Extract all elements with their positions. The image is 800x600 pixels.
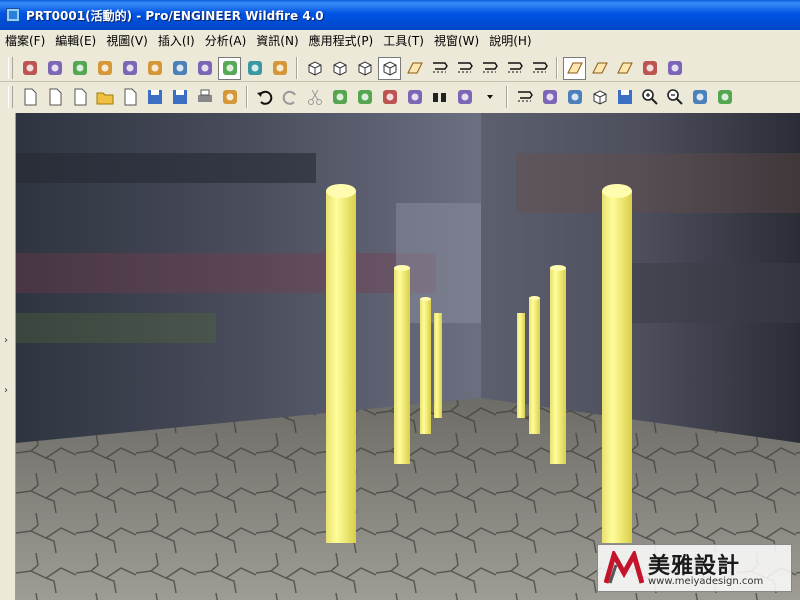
copy-icon[interactable] <box>328 86 351 109</box>
view-shade-icon[interactable] <box>328 57 351 80</box>
send-mail-icon[interactable] <box>218 86 241 109</box>
pillar-right-3 <box>529 296 540 434</box>
teapot-region-icon[interactable] <box>193 57 216 80</box>
graphics-window[interactable] <box>16 113 800 600</box>
save-copy-icon[interactable] <box>168 86 191 109</box>
print-icon[interactable] <box>193 86 216 109</box>
navigator-panel[interactable]: › › <box>0 113 16 600</box>
menu-item[interactable]: 檔案(F) <box>0 32 50 49</box>
light-bulb-icon[interactable] <box>118 57 141 80</box>
refit-icon[interactable] <box>688 86 711 109</box>
find-icon[interactable] <box>428 86 451 109</box>
spin-center-icon[interactable] <box>538 86 561 109</box>
toolbar-separator <box>506 86 508 108</box>
render-setup-icon[interactable] <box>143 57 166 80</box>
sketch-path-icon[interactable] <box>513 86 536 109</box>
layers-icon[interactable] <box>563 86 586 109</box>
pillar-right-1 <box>602 184 632 543</box>
new-file-icon[interactable] <box>68 86 91 109</box>
view-hidden-icon[interactable] <box>353 57 376 80</box>
sketch-tool-3-icon[interactable] <box>478 57 501 80</box>
paste-icon[interactable] <box>353 86 376 109</box>
brand-logo-icon <box>604 551 644 584</box>
menu-item[interactable]: 視圖(V) <box>101 32 153 49</box>
save-icon[interactable] <box>143 86 166 109</box>
cut-icon[interactable] <box>303 86 326 109</box>
light-editor-icon[interactable] <box>93 57 116 80</box>
pillar-right-4 <box>517 313 525 418</box>
open-folder-icon[interactable] <box>93 86 116 109</box>
standard-toolbar <box>0 83 800 111</box>
pillar-left-2 <box>394 265 410 464</box>
appearance-gallery-icon[interactable] <box>18 57 41 80</box>
sketch-tool-2-icon[interactable] <box>453 57 476 80</box>
decal-tool-icon[interactable] <box>268 57 291 80</box>
expand-arrow-icon[interactable]: › <box>4 385 8 396</box>
sketch-tool-1-icon[interactable] <box>428 57 451 80</box>
menu-item[interactable]: 分析(A) <box>200 32 252 49</box>
datum-point-display-icon[interactable] <box>613 57 636 80</box>
saved-views-icon[interactable] <box>613 86 636 109</box>
datum-axis-display-icon[interactable] <box>588 57 611 80</box>
app-icon[interactable] <box>6 8 20 22</box>
datum-points-icon[interactable] <box>403 57 426 80</box>
toolbar-separator <box>246 86 248 108</box>
pillar-left-3 <box>420 297 431 434</box>
menu-item[interactable]: 編輯(E) <box>50 32 101 49</box>
view-shaded-cube-icon[interactable] <box>378 56 401 80</box>
menu-item[interactable]: 應用程式(P) <box>304 32 379 49</box>
sketch-tool-5-icon[interactable] <box>528 57 551 80</box>
photo-render-icon[interactable] <box>243 57 266 80</box>
zoom-out-icon[interactable] <box>663 86 686 109</box>
menu-item[interactable]: 工具(T) <box>378 32 429 49</box>
render-toolbar <box>0 54 800 82</box>
view-default-icon[interactable] <box>303 57 326 80</box>
menu-item[interactable]: 資訊(N) <box>251 32 303 49</box>
toolbar-divider <box>0 81 800 82</box>
toolbar-separator <box>296 57 298 79</box>
undo-icon[interactable] <box>253 86 276 109</box>
sketch-tool-4-icon[interactable] <box>503 57 526 80</box>
annotation-display-icon[interactable] <box>663 57 686 80</box>
open-session-icon[interactable] <box>43 86 66 109</box>
room-editor-icon[interactable] <box>68 57 91 80</box>
view-manager-icon[interactable] <box>588 86 611 109</box>
select-box-icon[interactable] <box>453 86 476 109</box>
open-file-icon[interactable] <box>118 86 141 109</box>
orient-icon[interactable] <box>713 86 736 109</box>
redo-icon[interactable] <box>278 86 301 109</box>
paste-special-icon[interactable] <box>378 86 401 109</box>
pillar-left-4 <box>434 313 442 418</box>
watermark-url: www.meiyadesign.com <box>648 576 764 587</box>
watermark: 美雅設計 www.meiyadesign.com <box>597 544 792 592</box>
regenerate-icon[interactable] <box>403 86 426 109</box>
menu-item[interactable]: 插入(I) <box>153 32 200 49</box>
menu-bar: 檔案(F) 編輯(E) 視圖(V) 插入(I) 分析(A) 資訊(N) 應用程式(P) 工具(… <box>0 30 800 50</box>
datum-plane-display-icon[interactable] <box>563 56 586 80</box>
title-bar[interactable]: PRT0001(活動的) - Pro/ENGINEER Wildfire 4.0 <box>0 0 800 30</box>
dropdown-arrow-icon[interactable] <box>478 86 501 109</box>
render-window-icon[interactable] <box>218 56 241 80</box>
toolbar-grip[interactable] <box>8 86 13 108</box>
expand-arrow-icon[interactable]: › <box>4 335 8 346</box>
zoom-in-icon[interactable] <box>638 86 661 109</box>
teapot-render-icon[interactable] <box>168 57 191 80</box>
toolbar-separator <box>556 57 558 79</box>
coordinate-system-display-icon[interactable] <box>638 57 661 80</box>
menu-item[interactable]: 視窗(W) <box>429 32 484 49</box>
pillar-right-2 <box>550 265 566 464</box>
scene-icon[interactable] <box>43 57 66 80</box>
rendered-scene <box>16 113 800 600</box>
menu-item[interactable]: 說明(H) <box>484 32 536 49</box>
new-session-icon[interactable] <box>18 86 41 109</box>
toolbar-grip[interactable] <box>8 57 13 79</box>
window-title: PRT0001(活動的) - Pro/ENGINEER Wildfire 4.0 <box>26 8 324 23</box>
pillar-left-1 <box>326 184 356 543</box>
